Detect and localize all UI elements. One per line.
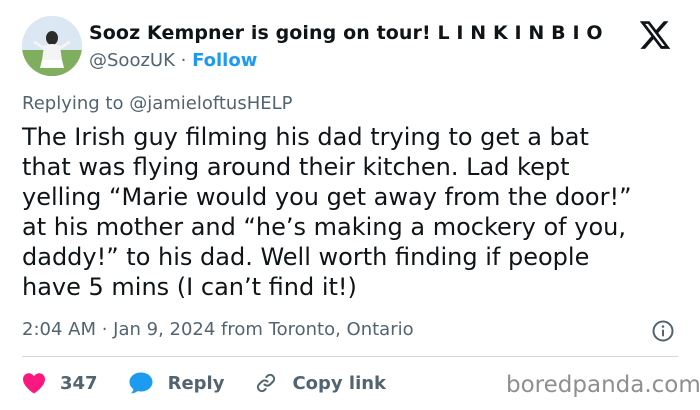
like-button[interactable]: 347: [22, 372, 98, 394]
watermark: boredpanda.com: [506, 372, 700, 398]
avatar-image: [22, 16, 82, 76]
reply-label: Reply: [167, 372, 225, 394]
like-count: 347: [60, 372, 98, 394]
divider: [22, 356, 678, 357]
reply-button[interactable]: Reply: [128, 371, 225, 395]
link-icon: [257, 373, 276, 393]
display-name[interactable]: Sooz Kempner is going on tour! L I N K I…: [89, 20, 619, 46]
copy-link-label: Copy link: [292, 372, 387, 394]
handle-separator: ·: [174, 50, 193, 71]
x-logo-icon[interactable]: [638, 18, 672, 52]
replying-to: Replying to @jamieloftusHELP: [22, 92, 293, 116]
user-handle[interactable]: @SoozUK: [89, 50, 175, 71]
info-icon[interactable]: [651, 319, 675, 343]
copy-link-button[interactable]: Copy link: [254, 371, 386, 395]
replying-prefix: Replying to: [22, 93, 130, 114]
heart-icon: [23, 373, 45, 394]
follow-button[interactable]: Follow: [192, 50, 257, 71]
reply-mention[interactable]: @jamieloftusHELP: [129, 93, 292, 114]
reply-bubble-icon: [129, 372, 153, 394]
author-block: Sooz Kempner is going on tour! L I N K I…: [89, 20, 619, 74]
avatar[interactable]: [22, 16, 82, 76]
tweet-card: Sooz Kempner is going on tour! L I N K I…: [0, 0, 700, 410]
action-bar: 347 Reply Copy link: [22, 368, 416, 398]
tweet-timestamp[interactable]: 2:04 AM · Jan 9, 2024 from Toronto, Onta…: [22, 318, 414, 342]
tweet-text: The Irish guy filming his dad trying to …: [22, 123, 632, 301]
handle-line: @SoozUK · Follow: [89, 48, 619, 74]
